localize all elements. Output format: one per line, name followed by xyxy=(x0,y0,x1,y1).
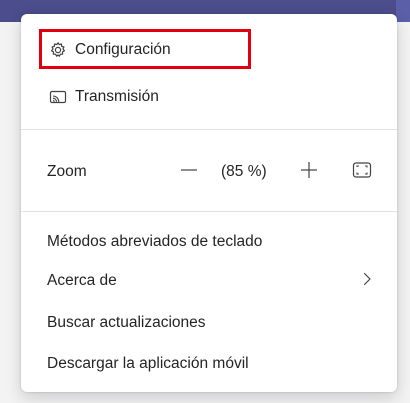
zoom-out-button[interactable] xyxy=(176,159,202,185)
settings-menu: Configuración Transmisión Zoom (85 %) Mé… xyxy=(21,14,397,392)
menu-item-label: Buscar actualizaciones xyxy=(47,314,206,331)
fullscreen-button[interactable] xyxy=(349,159,375,185)
menu-item-label: Transmisión xyxy=(75,88,159,105)
menu-item-buscar-actualizaciones[interactable]: Buscar actualizaciones xyxy=(21,308,397,338)
menu-item-metodos-abreviados[interactable]: Métodos abreviados de teclado xyxy=(21,227,397,257)
menu-item-descargar-aplicacion[interactable]: Descargar la aplicación móvil xyxy=(21,349,397,379)
fullscreen-icon xyxy=(352,161,372,184)
highlight-box xyxy=(39,29,251,69)
separator xyxy=(21,129,397,130)
menu-item-transmision[interactable]: Transmisión xyxy=(21,83,397,111)
zoom-row: Zoom xyxy=(21,157,397,187)
menu-item-acerca-de[interactable]: Acerca de xyxy=(21,266,397,296)
minus-icon xyxy=(179,160,199,185)
chevron-right-icon xyxy=(361,271,373,292)
cast-icon xyxy=(47,86,69,108)
separator xyxy=(21,211,397,212)
zoom-value: (85 %) xyxy=(221,163,267,180)
title-bar-edge xyxy=(396,0,410,22)
zoom-in-button[interactable] xyxy=(296,159,322,185)
menu-item-label: Métodos abreviados de teclado xyxy=(47,233,263,250)
plus-icon xyxy=(299,160,319,185)
menu-item-label: Acerca de xyxy=(47,272,117,289)
menu-item-label: Descargar la aplicación móvil xyxy=(47,355,249,372)
zoom-label: Zoom xyxy=(47,163,87,180)
